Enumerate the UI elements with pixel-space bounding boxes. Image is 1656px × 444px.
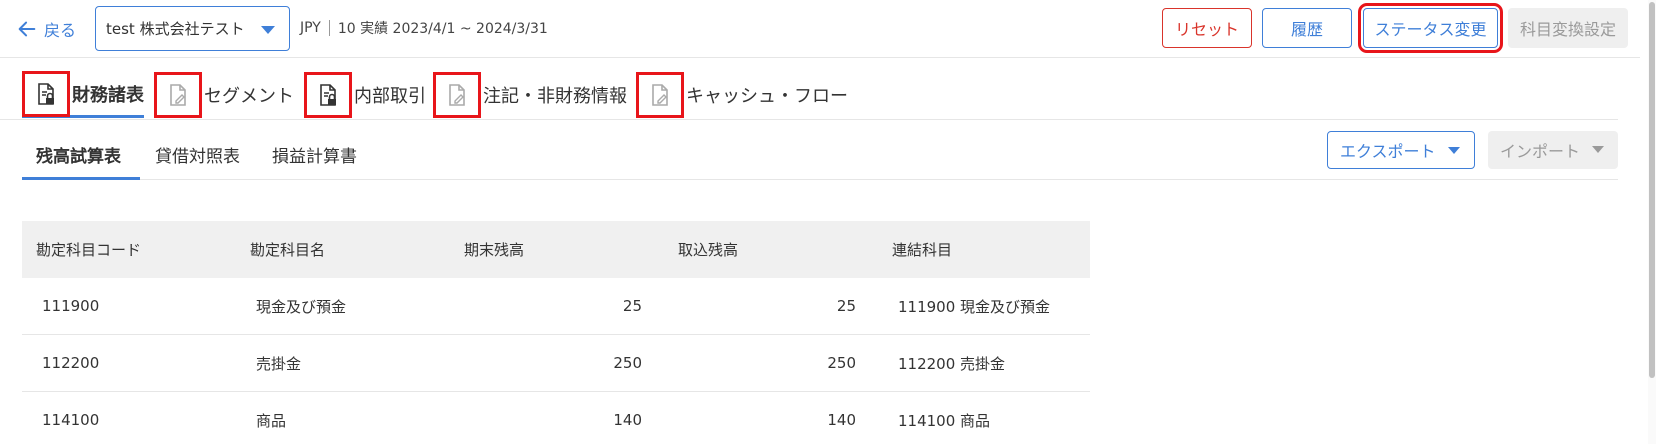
document-edit-icon [154,72,202,118]
chevron-down-icon [1448,147,1460,154]
tab-cash-flow[interactable]: キャッシュ・フロー [636,72,848,118]
document-edit-icon [636,72,684,118]
vertical-scrollbar[interactable] [1648,0,1656,444]
column-header[interactable]: 勘定科目コード [22,239,236,260]
closing-balance: 140 [613,411,642,429]
account-code: 111900 [42,297,100,315]
company-select-value: test 株式会社テスト [106,20,245,38]
period-info: JPY 10 実績 2023/4/1 ~ 2024/3/31 [300,18,548,38]
account-conversion-button[interactable]: 科目変換設定 [1508,8,1628,48]
document-edit-icon [433,72,481,118]
trial-balance-table: 勘定科目コード 勘定科目名 期末残高 取込残高 連結科目 111900 現金及び… [22,221,1090,444]
account-code: 112200 [42,354,100,372]
tab-notes[interactable]: 注記・非財務情報 [433,72,627,118]
export-label: エクスポート [1340,142,1436,161]
tab-label: 内部取引 [354,86,426,107]
tab-balance-sheet[interactable]: 貸借対照表 [155,142,240,167]
top-bar: 戻る test 株式会社テスト JPY 10 実績 2023/4/1 ~ 202… [0,0,1640,58]
status-change-button[interactable]: ステータス変更 [1358,3,1503,53]
back-label: 戻る [44,21,77,40]
tab-label: 財務諸表 [72,84,144,106]
tab-intercompany[interactable]: 内部取引 [304,72,426,118]
consolidated-account: 112200 売掛金 [898,354,1006,373]
reset-button[interactable]: リセット [1162,8,1252,48]
account-name: 売掛金 [256,354,302,373]
company-select[interactable]: test 株式会社テスト [95,6,290,51]
account-code: 114100 [42,411,100,429]
import-button[interactable]: インポート [1488,131,1618,169]
period-label: 10 実績 2023/4/1 ~ 2024/3/31 [337,21,548,37]
divider [328,20,330,36]
consolidated-account: 111900 現金及び預金 [898,297,1051,316]
tab-label: セグメント [204,86,294,107]
column-header[interactable]: 連結科目 [878,239,1090,260]
arrow-left-icon [18,21,36,37]
table-row[interactable]: 114100 商品 140 140 114100 商品 [22,392,1090,444]
imported-balance: 140 [827,411,856,429]
tab-segment[interactable]: セグメント [154,72,294,118]
imported-balance: 250 [827,354,856,372]
document-lock-icon [304,72,352,118]
history-button[interactable]: 履歴 [1262,8,1352,48]
imported-balance: 25 [836,297,856,315]
back-button[interactable]: 戻る [16,16,76,42]
closing-balance: 250 [613,354,642,372]
column-header[interactable]: 取込残高 [664,239,878,260]
document-lock-icon [22,70,70,117]
scrollbar-thumb[interactable] [1649,2,1655,378]
tab-label: キャッシュ・フロー [686,86,848,107]
consolidated-account: 114100 商品 [898,411,991,430]
chevron-down-icon [1592,146,1604,153]
table-header: 勘定科目コード 勘定科目名 期末残高 取込残高 連結科目 [22,221,1090,278]
tab-label: 注記・非財務情報 [483,86,627,107]
table-row[interactable]: 112200 売掛金 250 250 112200 売掛金 [22,335,1090,392]
account-name: 商品 [256,411,287,430]
document-tabs: 財務諸表 セグメント 内部取引 注記・非財務情報 キャッシュ・フロー [0,70,1618,120]
active-tab-indicator [22,177,140,180]
account-name: 現金及び預金 [256,297,347,316]
currency-label: JPY [300,20,321,36]
export-button[interactable]: エクスポート [1327,131,1475,169]
table-row[interactable]: 111900 現金及び預金 25 25 111900 現金及び預金 [22,278,1090,335]
column-header[interactable]: 勘定科目名 [236,239,450,260]
import-label: インポート [1500,142,1581,161]
tab-income-statement[interactable]: 損益計算書 [272,142,357,167]
closing-balance: 25 [622,297,642,315]
tab-financial-statements[interactable]: 財務諸表 [22,70,144,118]
column-header[interactable]: 期末残高 [450,239,664,260]
chevron-down-icon [261,26,275,34]
tab-trial-balance[interactable]: 残高試算表 [36,142,121,167]
